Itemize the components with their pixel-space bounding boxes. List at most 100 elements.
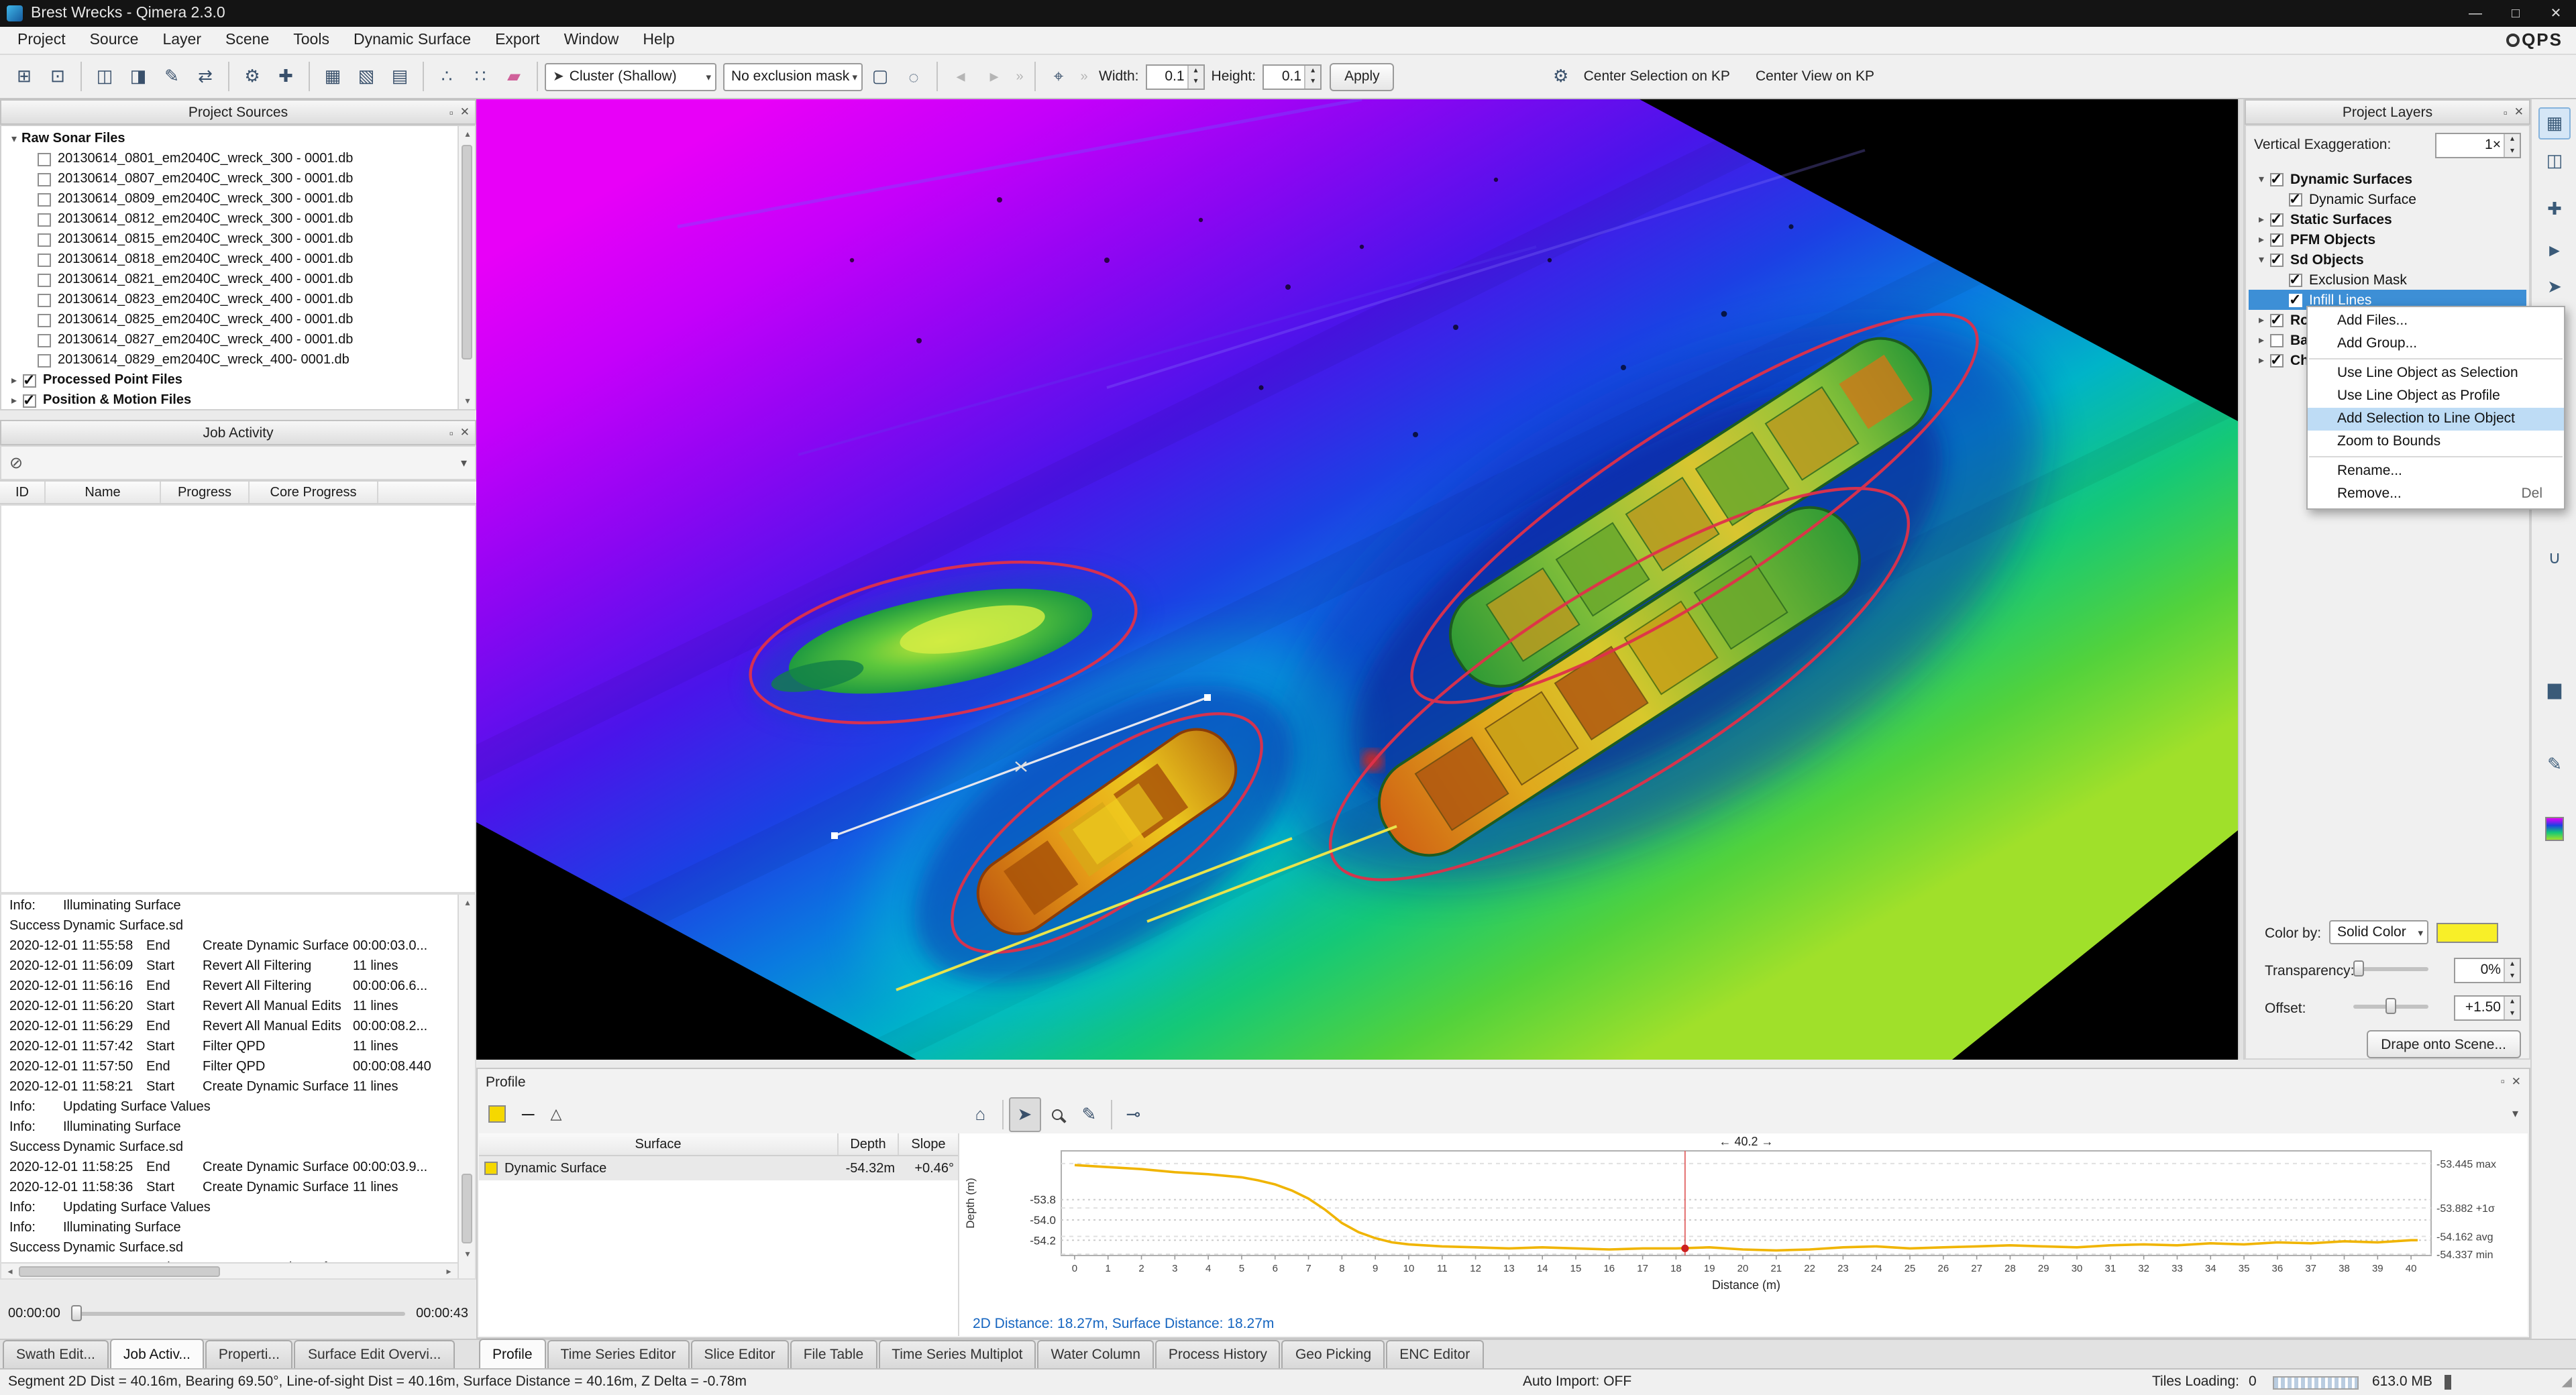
tab-geo-picking[interactable]: Geo Picking (1282, 1340, 1385, 1368)
checkbox[interactable] (23, 374, 36, 387)
close-panel-icon[interactable]: ✕ (2512, 1074, 2521, 1089)
context-menu-add-group[interactable]: Add Group... (2308, 333, 2564, 355)
clear-log-icon[interactable]: ⊘ (9, 453, 23, 472)
menu-tools[interactable]: Tools (281, 32, 341, 48)
sonar-file-row[interactable]: 20130614_0818_em2040C_wreck_400 - 0001.d… (1, 249, 475, 270)
expander-icon[interactable]: ▸ (2254, 314, 2269, 326)
profile-table-row[interactable]: Dynamic Surface -54.32m +0.46° (479, 1156, 958, 1180)
scroll-left-icon[interactable]: ◂ (1, 1263, 19, 1279)
select-rect-icon[interactable]: ▢ (864, 59, 896, 94)
layer-item-exclusion-mask[interactable]: Exclusion Mask (2249, 270, 2526, 290)
process-settings-icon[interactable]: ⚙ (236, 59, 268, 94)
context-menu-zoom-to-bounds[interactable]: Zoom to Bounds (2308, 431, 2564, 453)
triangle-marker-icon[interactable]: △ (550, 1105, 561, 1123)
soundings-dense-icon[interactable]: ∷ (464, 59, 496, 94)
prev-selection-icon[interactable]: ◂ (945, 59, 977, 94)
height-spinner[interactable]: 0.1 ▴▾ (1263, 64, 1322, 89)
processed-point-files-row[interactable]: ▸ Processed Point Files (1, 370, 475, 390)
job-activity-table-body[interactable] (0, 504, 476, 893)
file-checkbox[interactable] (38, 233, 51, 246)
layer-item-dynamic-surfaces[interactable]: ▾Dynamic Surfaces (2249, 169, 2526, 189)
tab-time-series-editor[interactable]: Time Series Editor (547, 1340, 690, 1368)
measure-tool-icon[interactable]: ✎ (2538, 748, 2571, 781)
magnet-tool-icon[interactable]: ∪ (2538, 542, 2571, 574)
menu-source[interactable]: Source (78, 32, 151, 48)
layer-checkbox[interactable] (2270, 313, 2284, 327)
menu-scene[interactable]: Scene (213, 32, 281, 48)
offset-slider[interactable] (2353, 995, 2428, 1017)
kp-gears-icon[interactable]: ⚙ (1545, 59, 1577, 94)
collapse-icon[interactable]: ▾ (461, 455, 467, 470)
raw-sonar-files-root[interactable]: ▾ Raw Sonar Files (1, 129, 475, 149)
scroll-right-icon[interactable]: ▸ (440, 1263, 458, 1279)
zoom-icon[interactable] (1040, 1097, 1073, 1131)
next-selection-icon[interactable]: ▸ (978, 59, 1010, 94)
center-view-kp-button[interactable]: Center View on KP (1756, 68, 1874, 85)
layer-checkbox[interactable] (2289, 293, 2302, 306)
sonar-file-row[interactable]: 20130614_0809_em2040C_wreck_300 - 0001.d… (1, 189, 475, 209)
expander-icon[interactable]: ▸ (2254, 334, 2269, 346)
drape-onto-scene-button[interactable]: Drape onto Scene... (2366, 1030, 2521, 1058)
zoom-box-icon[interactable]: ⊡ (42, 59, 74, 94)
transparency-spinner[interactable]: 0% ▴▾ (2454, 958, 2521, 983)
expander-icon[interactable]: ▸ (2254, 233, 2269, 245)
overflow-icon[interactable]: » (1076, 59, 1092, 94)
tab-swath-edit[interactable]: Swath Edit... (3, 1340, 109, 1368)
expander-icon[interactable]: ▾ (2254, 254, 2269, 266)
line-style-icon[interactable]: ─ (522, 1104, 534, 1124)
job-activity-log[interactable]: Info:Illuminating SurfaceSuccessDynamic … (0, 893, 476, 1280)
file-checkbox[interactable] (38, 333, 51, 347)
undock-icon[interactable]: ▫ (449, 426, 453, 439)
sonar-file-row[interactable]: 20130614_0812_em2040C_wreck_300 - 0001.d… (1, 209, 475, 229)
edit-profile-icon[interactable]: ✎ (1073, 1097, 1105, 1131)
sync-data-icon[interactable]: ⇄ (189, 59, 221, 94)
color-by-combo[interactable]: Solid Color▾ (2329, 920, 2428, 944)
tab-process-history[interactable]: Process History (1155, 1340, 1281, 1368)
timeline-slider[interactable] (71, 1302, 405, 1324)
vertical-exaggeration-spinner[interactable]: 1× ▴▾ (2435, 133, 2521, 158)
tab-slice-editor[interactable]: Slice Editor (690, 1340, 788, 1368)
context-menu-add-selection-to-line-object[interactable]: Add Selection to Line Object (2308, 408, 2564, 431)
layer-checkbox[interactable] (2289, 192, 2302, 206)
sonar-file-row[interactable]: 20130614_0821_em2040C_wreck_400 - 0001.d… (1, 270, 475, 290)
tab-surface-edit-overvi[interactable]: Surface Edit Overvi... (294, 1340, 454, 1368)
menu-layer[interactable]: Layer (150, 32, 213, 48)
file-checkbox[interactable] (38, 293, 51, 306)
file-checkbox[interactable] (38, 353, 51, 367)
sonar-file-row[interactable]: 20130614_0801_em2040C_wreck_300 - 0001.d… (1, 149, 475, 169)
file-checkbox[interactable] (38, 273, 51, 286)
profile-chart[interactable]: -53.8-54.0-54.2-53.445 max-53.882 +1σ-54… (962, 1133, 2528, 1310)
layers-table-icon[interactable]: ▦ (2538, 107, 2571, 140)
file-checkbox[interactable] (38, 253, 51, 266)
edit-data-icon[interactable]: ✎ (156, 59, 188, 94)
undock-icon[interactable]: ▫ (449, 105, 453, 119)
kp-target-icon[interactable]: ⌖ (1042, 59, 1075, 94)
solid-color-swatch[interactable] (2436, 923, 2498, 943)
flag-tool-icon[interactable]: ► (2538, 233, 2571, 266)
close-panel-icon[interactable]: ✕ (2514, 105, 2524, 119)
sonar-file-row[interactable]: 20130614_0829_em2040C_wreck_400- 0001.db (1, 350, 475, 370)
sonar-file-row[interactable]: 20130614_0827_em2040C_wreck_400 - 0001.d… (1, 330, 475, 350)
scroll-down-icon[interactable]: ▾ (459, 393, 476, 409)
layer-item-pfm-objects[interactable]: ▸PFM Objects (2249, 229, 2526, 249)
select-lasso-icon[interactable]: ◌ (898, 59, 930, 94)
undock-icon[interactable]: ▫ (2504, 105, 2508, 119)
scene-3d-view[interactable] (476, 99, 2238, 1060)
tab-profile[interactable]: Profile (479, 1339, 546, 1368)
width-spinner[interactable]: 0.1 ▴▾ (1146, 64, 1205, 89)
expander-icon[interactable]: ▾ (2254, 173, 2269, 185)
menu-dynamic-surface[interactable]: Dynamic Surface (341, 32, 483, 48)
close-panel-icon[interactable]: ✕ (460, 105, 470, 119)
resize-grip-icon[interactable]: ◢ (2562, 1375, 2572, 1390)
apply-button[interactable]: Apply (1330, 62, 1395, 91)
file-checkbox[interactable] (38, 213, 51, 226)
add-raw-sonar-icon[interactable]: ◫ (89, 59, 121, 94)
layer-checkbox[interactable] (2270, 233, 2284, 246)
home-view-icon[interactable]: ⌂ (964, 1097, 996, 1131)
file-checkbox[interactable] (38, 192, 51, 206)
maximize-icon[interactable]: □ (2496, 0, 2536, 27)
layer-checkbox[interactable] (2270, 333, 2284, 347)
crosshair-tool-icon[interactable]: ✚ (2538, 193, 2571, 225)
context-menu-remove[interactable]: Remove...Del (2308, 483, 2564, 506)
splitter-handle[interactable] (2238, 99, 2245, 1060)
